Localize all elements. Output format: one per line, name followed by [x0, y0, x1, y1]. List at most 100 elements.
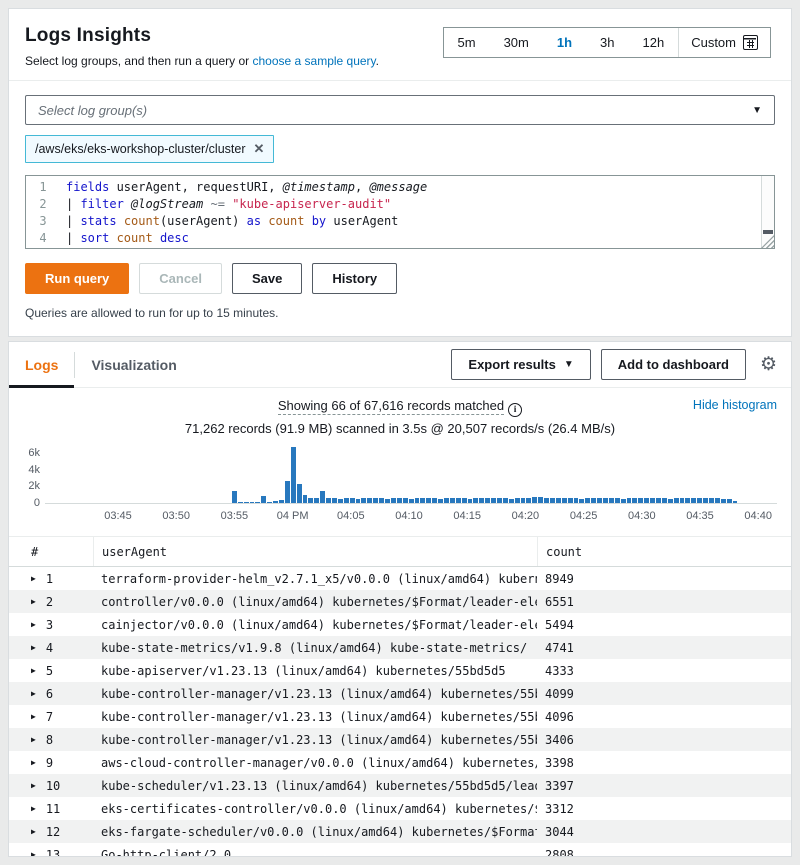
histogram-bar[interactable]	[397, 498, 402, 503]
histogram-bar[interactable]	[503, 498, 508, 503]
table-row[interactable]: ▶13Go-http-client/2.02808	[9, 843, 791, 856]
histogram-bar[interactable]	[238, 502, 243, 503]
histogram-bar[interactable]	[662, 498, 667, 503]
gear-icon[interactable]: ⚙	[760, 355, 777, 374]
run-query-button[interactable]: Run query	[25, 263, 129, 294]
histogram-bar[interactable]	[556, 498, 561, 503]
histogram-bar[interactable]	[721, 499, 726, 503]
histogram-bar[interactable]	[727, 499, 732, 503]
histogram-bar[interactable]	[403, 498, 408, 503]
expand-row-icon[interactable]: ▶	[31, 597, 36, 606]
expand-row-icon[interactable]: ▶	[31, 804, 36, 813]
expand-row-icon[interactable]: ▶	[31, 850, 36, 856]
expand-row-icon[interactable]: ▶	[31, 735, 36, 744]
table-row[interactable]: ▶6kube-controller-manager/v1.23.13 (linu…	[9, 682, 791, 705]
table-row[interactable]: ▶11eks-certificates-controller/v0.0.0 (l…	[9, 797, 791, 820]
col-header-index[interactable]: #	[31, 537, 93, 566]
histogram-bar[interactable]	[320, 491, 325, 503]
histogram-bar[interactable]	[450, 498, 455, 503]
table-row[interactable]: ▶1terraform-provider-helm_v2.7.1_x5/v0.0…	[9, 567, 791, 590]
histogram-bar[interactable]	[456, 498, 461, 503]
table-row[interactable]: ▶9aws-cloud-controller-manager/v0.0.0 (l…	[9, 751, 791, 774]
time-range-option-12h[interactable]: 12h	[629, 28, 679, 57]
histogram-bar[interactable]	[344, 498, 349, 503]
histogram-bar[interactable]	[485, 498, 490, 503]
histogram-bar[interactable]	[544, 498, 549, 503]
time-range-option-1h[interactable]: 1h	[543, 28, 586, 57]
histogram-bar[interactable]	[326, 498, 331, 503]
histogram-bar[interactable]	[644, 498, 649, 503]
histogram-bar[interactable]	[632, 498, 637, 503]
log-group-select[interactable]: Select log group(s) ▼	[25, 95, 775, 125]
histogram-bar[interactable]	[568, 498, 573, 503]
histogram-bar[interactable]	[468, 499, 473, 503]
histogram-bar[interactable]	[314, 498, 319, 503]
histogram-bar[interactable]	[638, 498, 643, 503]
expand-row-icon[interactable]: ▶	[31, 574, 36, 583]
histogram-bar[interactable]	[232, 491, 237, 503]
histogram-bar[interactable]	[291, 447, 296, 503]
histogram-bar[interactable]	[367, 498, 372, 503]
histogram-bar[interactable]	[261, 496, 266, 503]
info-icon[interactable]: i	[508, 403, 522, 417]
histogram-bar[interactable]	[267, 502, 272, 503]
histogram-plot-area[interactable]: 6k4k2k003:4503:5003:5504 PM04:0504:1004:…	[45, 446, 777, 504]
histogram-bar[interactable]	[350, 498, 355, 503]
table-row[interactable]: ▶10kube-scheduler/v1.23.13 (linux/amd64)…	[9, 774, 791, 797]
histogram-bar[interactable]	[244, 502, 249, 503]
history-button[interactable]: History	[312, 263, 397, 294]
histogram-bar[interactable]	[579, 499, 584, 503]
histogram-bar[interactable]	[550, 498, 555, 503]
histogram-bar[interactable]	[521, 498, 526, 503]
histogram-bar[interactable]	[385, 499, 390, 503]
table-row[interactable]: ▶5kube-apiserver/v1.23.13 (linux/amd64) …	[9, 659, 791, 682]
sample-query-link[interactable]: choose a sample query	[252, 54, 375, 68]
histogram-bar[interactable]	[250, 502, 255, 503]
hide-histogram-link[interactable]: Hide histogram	[693, 398, 777, 412]
tab-logs[interactable]: Logs	[9, 342, 74, 387]
histogram-bar[interactable]	[415, 498, 420, 503]
scrollbar-thumb[interactable]	[763, 230, 773, 234]
table-row[interactable]: ▶2controller/v0.0.0 (linux/amd64) kubern…	[9, 590, 791, 613]
histogram-bar[interactable]	[674, 498, 679, 503]
export-results-button[interactable]: Export results ▼	[451, 349, 590, 380]
histogram-bar[interactable]	[297, 484, 302, 503]
cancel-button[interactable]: Cancel	[139, 263, 222, 294]
histogram-bar[interactable]	[715, 498, 720, 503]
histogram-bar[interactable]	[356, 499, 361, 503]
histogram-bar[interactable]	[680, 498, 685, 503]
remove-token-icon[interactable]: ✕	[253, 141, 264, 157]
histogram-bar[interactable]	[627, 498, 632, 503]
histogram-bar[interactable]	[303, 495, 308, 503]
expand-row-icon[interactable]: ▶	[31, 827, 36, 836]
histogram-bar[interactable]	[609, 498, 614, 503]
query-editor[interactable]: 1234 fields userAgent, requestURI, @time…	[25, 175, 775, 249]
histogram-bar[interactable]	[426, 498, 431, 503]
expand-row-icon[interactable]: ▶	[31, 712, 36, 721]
histogram-bar[interactable]	[709, 498, 714, 503]
expand-row-icon[interactable]: ▶	[31, 666, 36, 675]
histogram-bar[interactable]	[650, 498, 655, 503]
table-row[interactable]: ▶12eks-fargate-scheduler/v0.0.0 (linux/a…	[9, 820, 791, 843]
histogram-bar[interactable]	[273, 501, 278, 503]
histogram-bar[interactable]	[703, 498, 708, 503]
histogram-bar[interactable]	[438, 499, 443, 503]
expand-row-icon[interactable]: ▶	[31, 781, 36, 790]
time-range-option-30m[interactable]: 30m	[490, 28, 543, 57]
histogram-bar[interactable]	[538, 497, 543, 503]
histogram-bar[interactable]	[432, 498, 437, 503]
histogram-bar[interactable]	[473, 498, 478, 503]
histogram-bar[interactable]	[420, 498, 425, 503]
histogram-bar[interactable]	[603, 498, 608, 503]
expand-row-icon[interactable]: ▶	[31, 758, 36, 767]
histogram-bar[interactable]	[409, 499, 414, 503]
histogram-bar[interactable]	[279, 500, 284, 503]
histogram-bar[interactable]	[379, 498, 384, 503]
histogram-bar[interactable]	[332, 498, 337, 503]
table-row[interactable]: ▶8kube-controller-manager/v1.23.13 (linu…	[9, 728, 791, 751]
histogram-bar[interactable]	[621, 499, 626, 503]
histogram-bar[interactable]	[691, 498, 696, 503]
col-header-useragent[interactable]: userAgent	[93, 537, 537, 566]
table-row[interactable]: ▶7kube-controller-manager/v1.23.13 (linu…	[9, 705, 791, 728]
save-button[interactable]: Save	[232, 263, 302, 294]
